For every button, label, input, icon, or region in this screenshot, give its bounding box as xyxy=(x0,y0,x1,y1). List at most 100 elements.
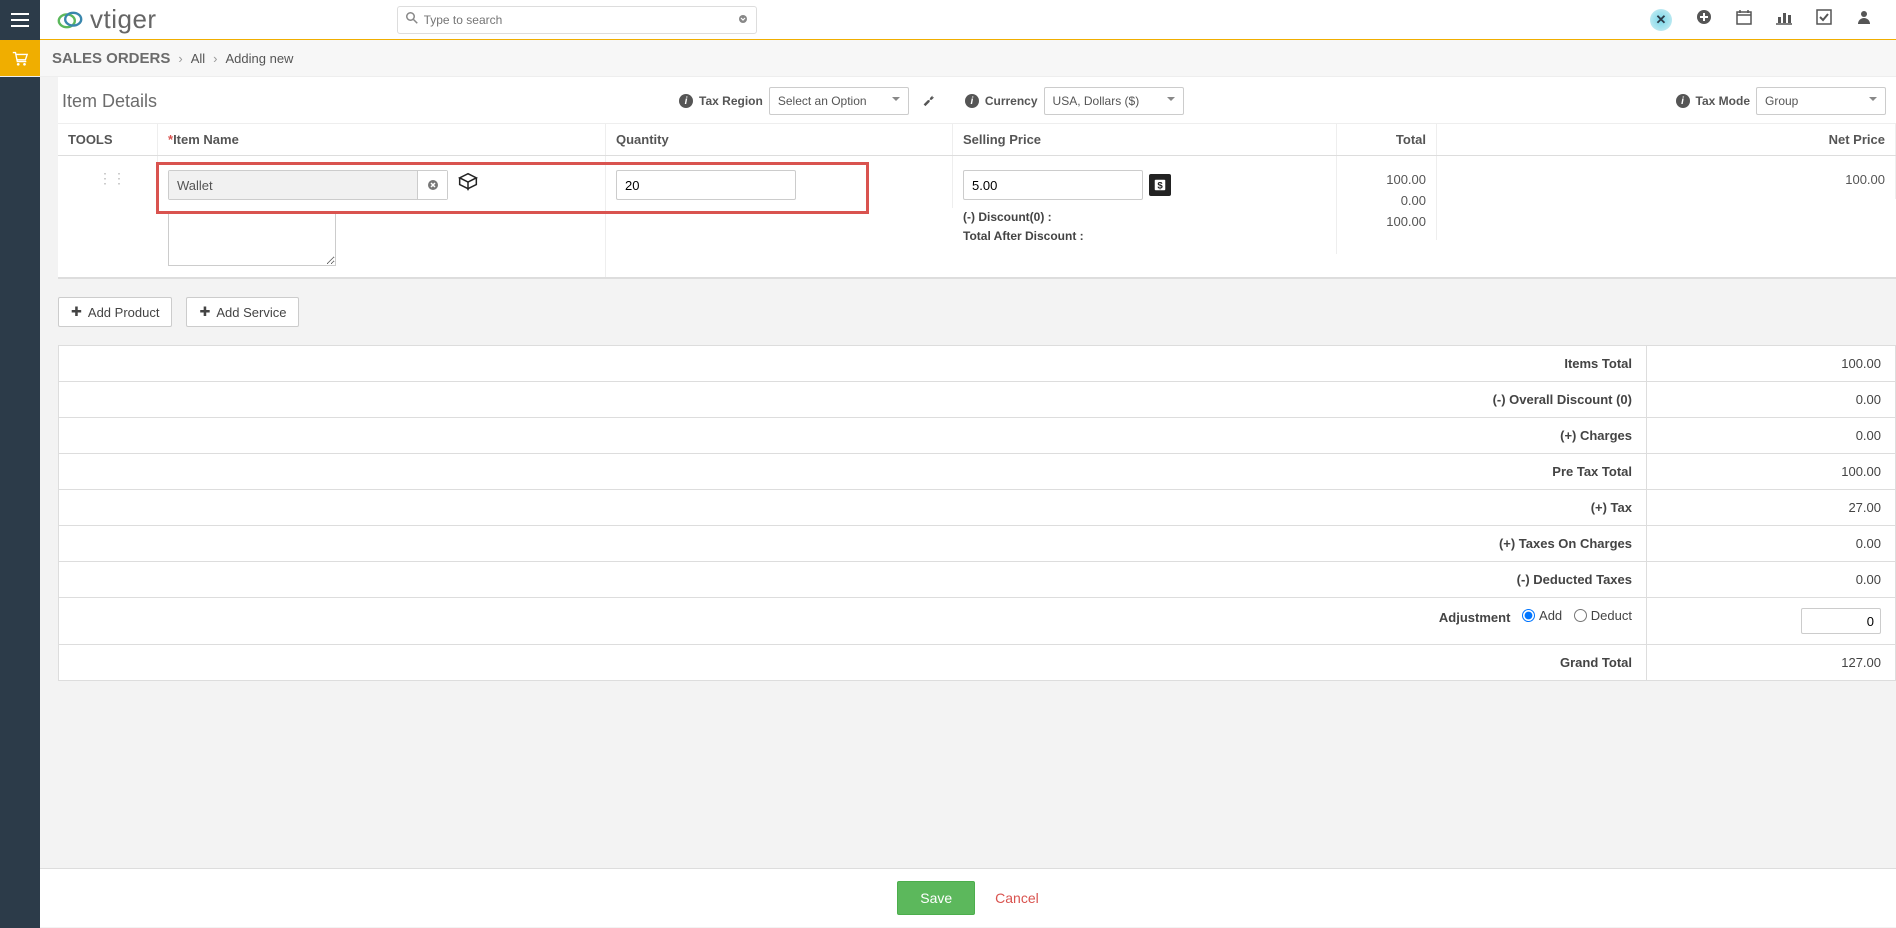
cancel-button[interactable]: Cancel xyxy=(995,881,1039,915)
global-search[interactable] xyxy=(397,6,757,34)
add-product-label: Add Product xyxy=(88,305,160,320)
col-quantity-header: Quantity xyxy=(606,124,953,155)
currency-select[interactable]: USA, Dollars ($) xyxy=(1044,87,1184,115)
col-item-name-header: *Item Name xyxy=(158,124,606,155)
summary-grand-total: Grand Total 127.00 xyxy=(59,645,1895,680)
deducted-taxes-value: 0.00 xyxy=(1647,562,1895,597)
currency-selected: USA, Dollars ($) xyxy=(1053,94,1140,108)
row-total-value: 100.00 xyxy=(1347,170,1426,191)
tax-region-selected: Select an Option xyxy=(778,94,867,108)
breadcrumb-current: Adding new xyxy=(226,51,294,66)
breadcrumb: SALES ORDERS › All › Adding new xyxy=(40,40,305,76)
taxes-on-charges-link[interactable]: (+) Taxes On Charges xyxy=(1499,536,1632,551)
tax-mode-select[interactable]: Group xyxy=(1756,87,1886,115)
summary-items-total: Items Total 100.00 xyxy=(59,346,1895,382)
vtiger-logo-icon xyxy=(54,8,86,32)
summary-deducted-taxes: (-) Deducted Taxes 0.00 xyxy=(59,562,1895,598)
summary-tax: (+) Tax 27.00 xyxy=(59,490,1895,526)
add-service-button[interactable]: ✚ Add Service xyxy=(186,297,299,327)
charges-link[interactable]: (+) Charges xyxy=(1560,428,1632,443)
row-net-price-value: 100.00 xyxy=(1447,170,1885,191)
tax-region-field: i Tax Region Select an Option xyxy=(679,87,935,115)
product-lookup-icon[interactable] xyxy=(458,172,478,198)
item-description-textarea[interactable] xyxy=(168,212,336,266)
selling-price-input[interactable] xyxy=(963,170,1143,200)
charges-value: 0.00 xyxy=(1647,418,1895,453)
adjustment-deduct-radio[interactable] xyxy=(1574,609,1587,622)
chevron-right-icon: › xyxy=(213,51,217,66)
tax-region-select[interactable]: Select an Option xyxy=(769,87,909,115)
add-product-button[interactable]: ✚ Add Product xyxy=(58,297,172,327)
overall-discount-link[interactable]: (-) Overall Discount (0) xyxy=(1493,392,1632,407)
wrench-icon[interactable] xyxy=(921,93,935,110)
add-actions-row: ✚ Add Product ✚ Add Service xyxy=(58,279,1896,345)
item-details-header: Item Details i Tax Region Select an Opti… xyxy=(58,77,1896,124)
row-total: 100.00 0.00 100.00 xyxy=(1337,156,1437,240)
brand-logo[interactable]: vtiger xyxy=(54,4,157,35)
chevron-right-icon: › xyxy=(178,51,182,66)
svg-text:$: $ xyxy=(1157,181,1163,192)
adjustment-input[interactable] xyxy=(1801,608,1881,634)
left-rail-top xyxy=(0,40,40,76)
breadcrumb-all[interactable]: All xyxy=(191,51,205,66)
deducted-taxes-link[interactable]: (-) Deducted Taxes xyxy=(1517,572,1632,587)
tax-region-label: Tax Region xyxy=(699,94,763,108)
extension-icon[interactable]: ✕ xyxy=(1650,9,1672,31)
form-footer: Save Cancel xyxy=(40,868,1896,927)
breadcrumb-module[interactable]: SALES ORDERS xyxy=(52,50,170,67)
reports-icon[interactable] xyxy=(1776,9,1792,30)
search-input[interactable] xyxy=(418,13,738,27)
summary-charges: (+) Charges 0.00 xyxy=(59,418,1895,454)
search-dropdown-icon[interactable] xyxy=(738,12,748,27)
row-discount-total: 0.00 xyxy=(1347,191,1426,212)
tasks-icon[interactable] xyxy=(1816,9,1832,30)
main-content: Item Details i Tax Region Select an Opti… xyxy=(40,77,1896,928)
tax-link[interactable]: (+) Tax xyxy=(1591,500,1632,515)
save-button[interactable]: Save xyxy=(897,881,975,915)
add-service-label: Add Service xyxy=(216,305,286,320)
topbar: vtiger ✕ xyxy=(0,0,1896,40)
quantity-input[interactable] xyxy=(616,170,796,200)
brand-name: vtiger xyxy=(90,4,157,35)
breadcrumb-row: SALES ORDERS › All › Adding new xyxy=(0,40,1896,77)
info-icon: i xyxy=(679,94,693,108)
plus-icon: ✚ xyxy=(199,304,210,320)
adjustment-add-label: Add xyxy=(1539,608,1562,623)
items-table: TOOLS *Item Name Quantity Selling Price … xyxy=(58,124,1896,279)
summary-overall-discount: (-) Overall Discount (0) 0.00 xyxy=(59,382,1895,418)
sales-orders-module-icon[interactable] xyxy=(0,40,40,76)
summary-pretax-total: Pre Tax Total 100.00 xyxy=(59,454,1895,490)
summary-taxes-on-charges: (+) Taxes On Charges 0.00 xyxy=(59,526,1895,562)
product-input-wrap xyxy=(168,170,448,200)
items-total-label: Items Total xyxy=(59,346,1647,381)
row-tools: ⋮⋮ xyxy=(58,156,158,195)
tax-mode-selected: Group xyxy=(1765,94,1798,108)
row-discount-link[interactable]: (-) Discount(0) : xyxy=(963,210,1052,224)
top-right-actions: ✕ xyxy=(1650,9,1896,31)
tax-mode-label: Tax Mode xyxy=(1696,94,1750,108)
add-icon[interactable] xyxy=(1696,9,1712,30)
left-rail xyxy=(0,77,40,928)
clear-product-button[interactable] xyxy=(417,171,447,199)
user-icon[interactable] xyxy=(1856,9,1872,30)
plus-icon: ✚ xyxy=(71,304,82,320)
totals-summary: Items Total 100.00 (-) Overall Discount … xyxy=(58,345,1896,681)
calendar-icon[interactable] xyxy=(1736,9,1752,30)
col-selling-price-header: Selling Price xyxy=(953,124,1337,155)
row-after-discount-label: Total After Discount : xyxy=(963,227,1326,246)
adjustment-add-radio[interactable] xyxy=(1522,609,1535,622)
taxes-on-charges-value: 0.00 xyxy=(1647,526,1895,561)
line-item-row: ⋮⋮ xyxy=(58,156,1896,278)
product-name-input[interactable] xyxy=(169,171,417,199)
tax-mode-field: i Tax Mode Group xyxy=(1676,87,1886,115)
drag-handle-icon[interactable]: ⋮⋮ xyxy=(98,170,126,186)
items-total-value: 100.00 xyxy=(1647,346,1895,381)
adjustment-label: Adjustment xyxy=(1439,610,1511,625)
grand-total-label: Grand Total xyxy=(59,645,1647,680)
main-menu-button[interactable] xyxy=(0,0,40,40)
pricebook-icon[interactable]: $ xyxy=(1149,174,1171,196)
info-icon: i xyxy=(965,94,979,108)
adjustment-value-cell xyxy=(1647,598,1895,644)
col-tools-header: TOOLS xyxy=(58,124,158,155)
row-quantity xyxy=(606,156,953,208)
